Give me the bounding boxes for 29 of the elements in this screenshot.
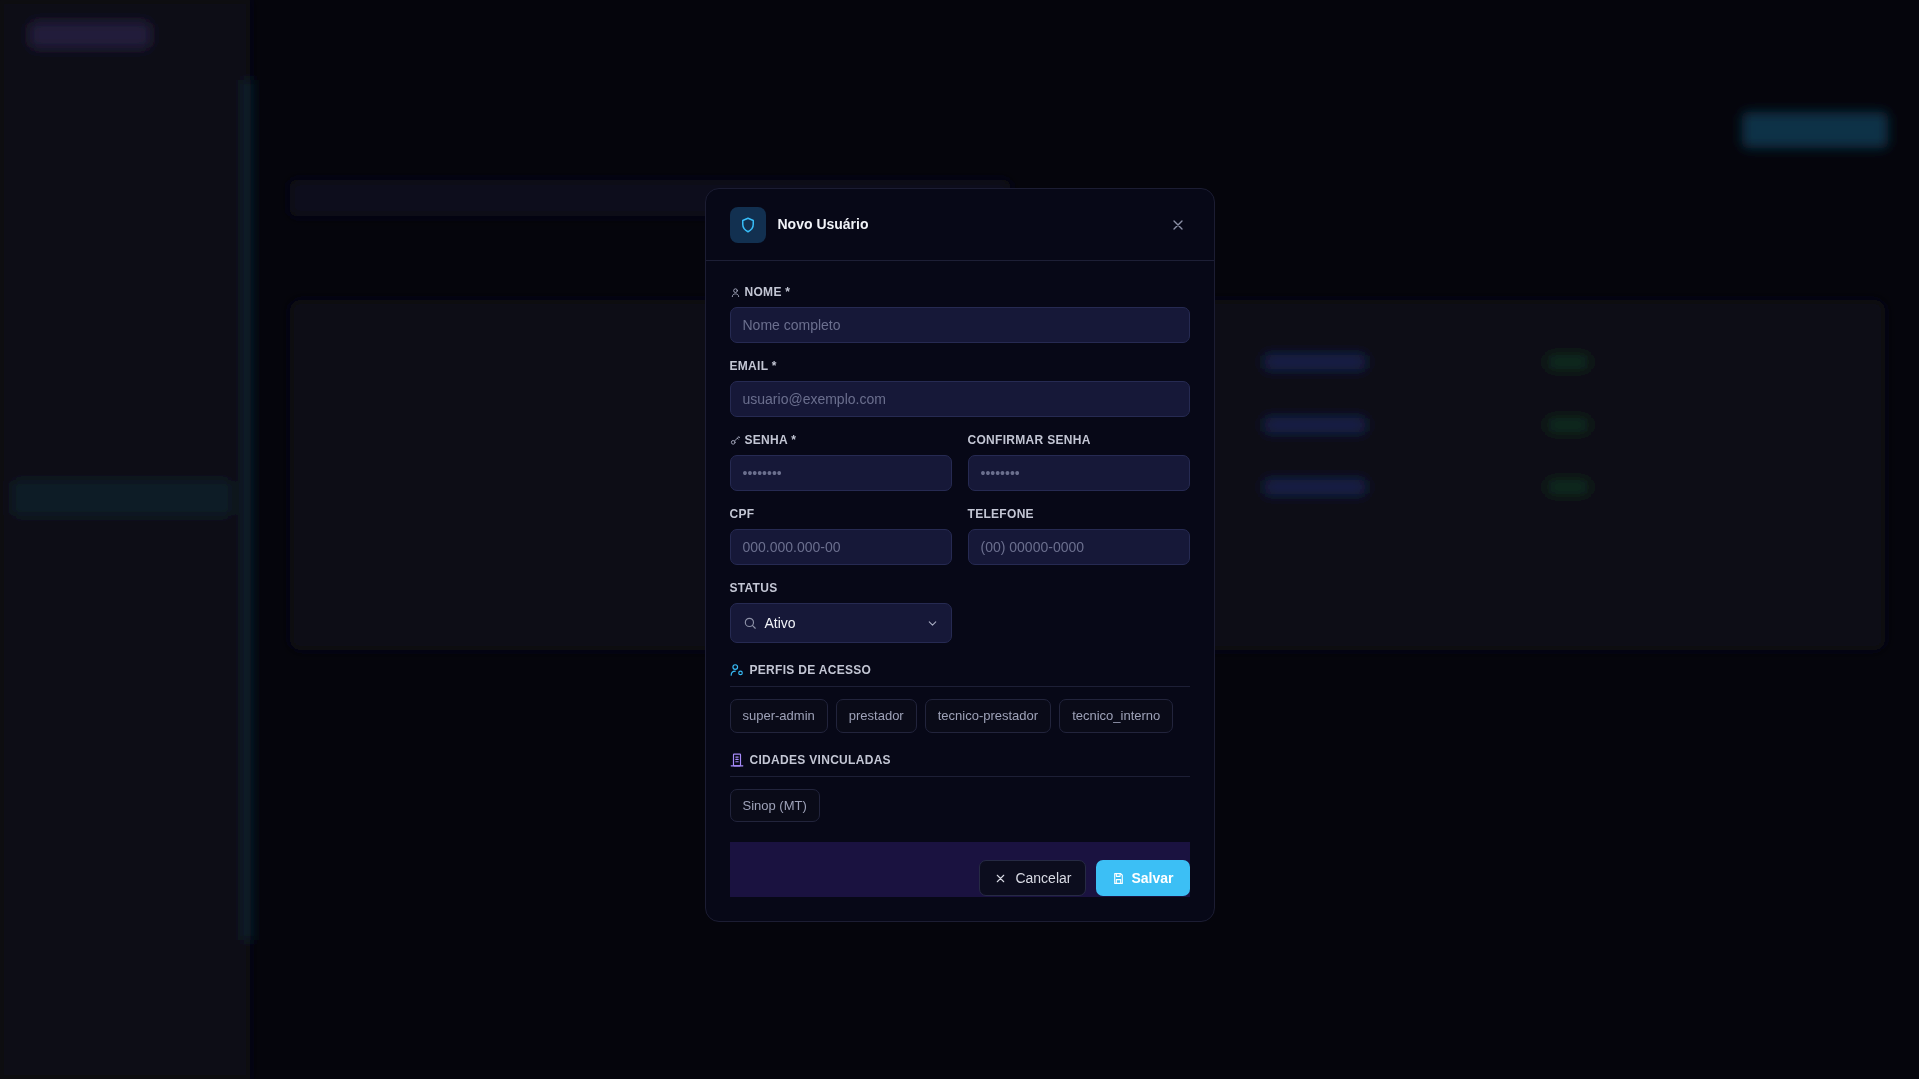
input-field[interactable]: Nome completo bbox=[729, 307, 1190, 343]
field-label: TELEFONE bbox=[967, 506, 1034, 523]
tag-chip[interactable]: tecnico_interno bbox=[1059, 699, 1174, 733]
input-field[interactable]: usuario@exemplo.com bbox=[729, 381, 1190, 417]
field-label: NOME * bbox=[744, 284, 791, 301]
input-field[interactable]: •••••••• bbox=[729, 455, 952, 491]
input-field[interactable]: 000.000.000-00 bbox=[729, 529, 952, 565]
tag-chip[interactable]: super-admin bbox=[729, 699, 828, 733]
status-select[interactable]: Ativo bbox=[729, 603, 952, 643]
shield-icon bbox=[729, 206, 766, 243]
key-icon bbox=[729, 434, 741, 446]
section-title: PERFIS DE ACESSO bbox=[749, 662, 872, 679]
input-field[interactable]: (00) 00000-0000 bbox=[967, 529, 1190, 565]
dialog-title: Novo Usuário bbox=[777, 215, 869, 234]
section-title: CIDADES VINCULADAS bbox=[749, 751, 891, 769]
field-label: SENHA * bbox=[744, 432, 797, 449]
tag-chip[interactable]: prestador bbox=[835, 699, 917, 733]
user-icon bbox=[729, 286, 741, 298]
user-gear-icon bbox=[729, 663, 744, 677]
field-label: CONFIRMAR SENHA bbox=[967, 432, 1091, 449]
building-icon bbox=[729, 752, 744, 767]
search-icon bbox=[742, 616, 757, 630]
field-label: CPF bbox=[729, 506, 755, 523]
input-field[interactable]: •••••••• bbox=[967, 455, 1190, 491]
tag-chip[interactable]: tecnico-prestador bbox=[924, 699, 1052, 733]
cancel-button[interactable]: Cancelar bbox=[979, 860, 1087, 896]
field-label: STATUS bbox=[729, 580, 778, 597]
field-label: EMAIL * bbox=[729, 358, 777, 375]
tag-chip[interactable]: Sinop (MT) bbox=[729, 788, 820, 822]
